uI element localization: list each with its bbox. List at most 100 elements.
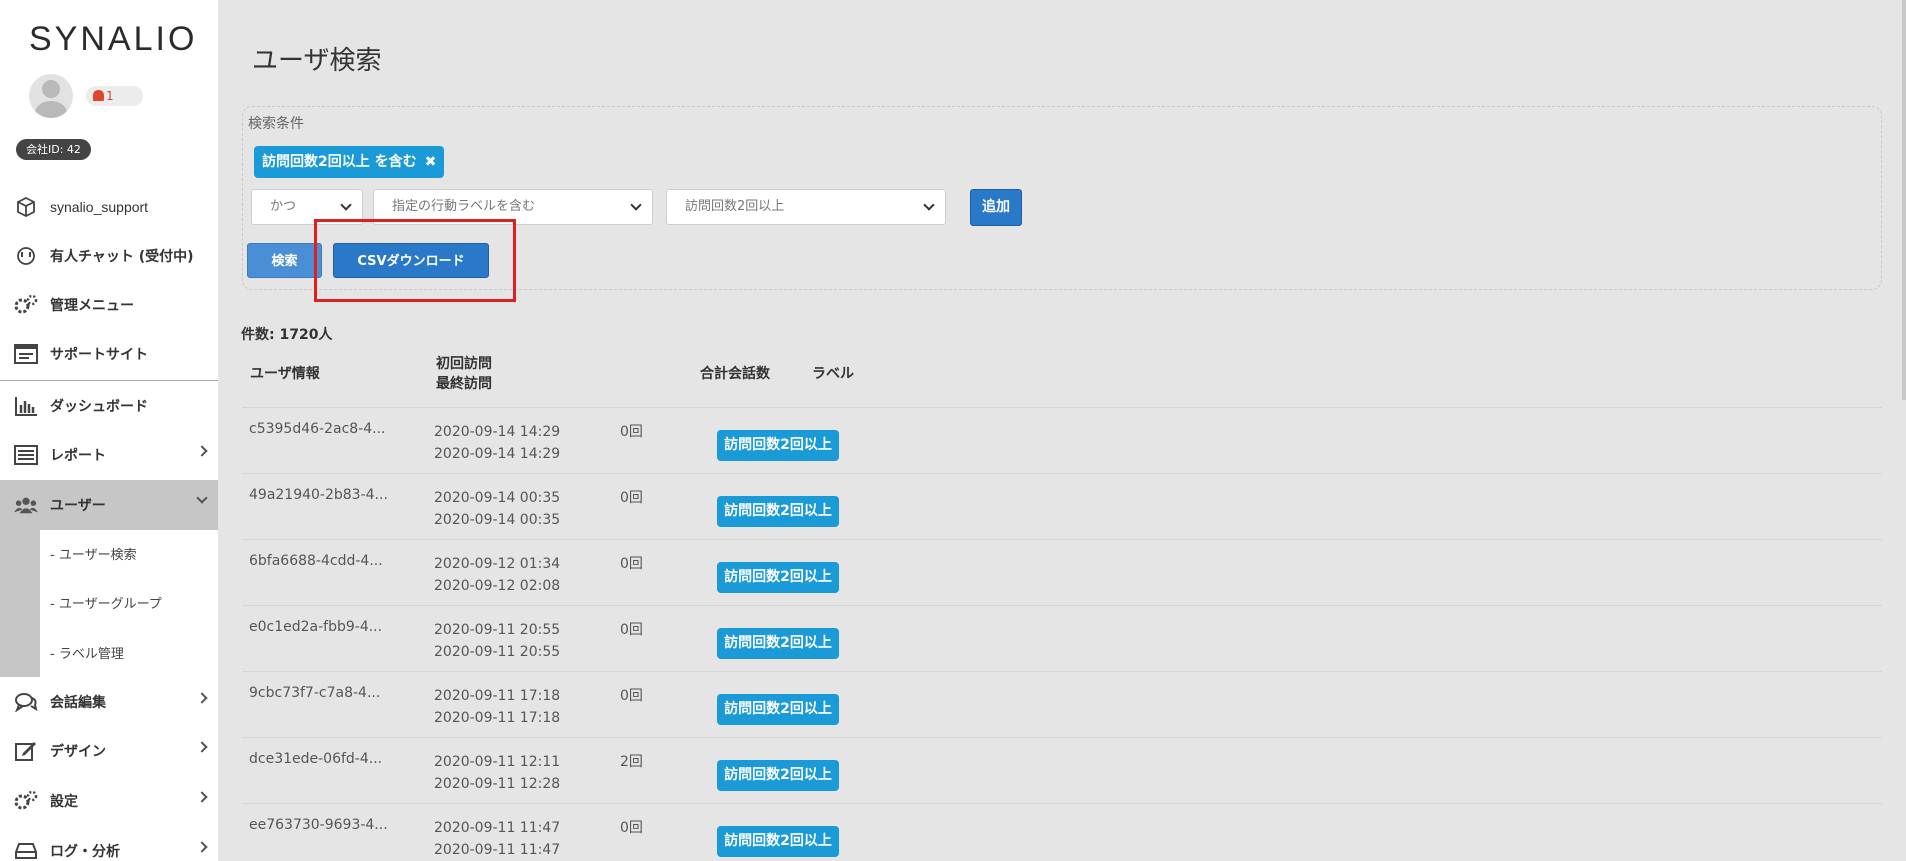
sidebar-item-live-chat[interactable]: 有人チャット (受付中)	[0, 231, 218, 280]
sidebar-item-label: レポート	[50, 447, 106, 464]
sidebar-item-label: ログ・分析	[50, 843, 120, 860]
submenu-item-user-search[interactable]: - ユーザー検索	[50, 544, 137, 563]
condition-value-select-value: 訪問回数2回以上	[685, 199, 785, 214]
talk-count: 0回	[620, 622, 643, 638]
sidebar-item-label: デザイン	[50, 743, 106, 760]
label-badge[interactable]: 訪問回数2回以上	[717, 562, 839, 593]
first-visit: 2020-09-11 11:47	[434, 820, 561, 836]
user-id[interactable]: 6bfa6688-4cdd-4...	[249, 553, 383, 569]
submenu-item-user-group[interactable]: - ユーザーグループ	[50, 593, 162, 612]
last-visit: 2020-09-14 00:35	[434, 512, 561, 528]
label-badge[interactable]: 訪問回数2回以上	[717, 496, 839, 527]
sidebar-item-users[interactable]: ユーザー	[0, 480, 218, 530]
visit-dates: 2020-09-14 14:29 2020-09-14 14:29	[434, 421, 560, 465]
column-header-last-visit: 最終訪問	[436, 376, 492, 392]
table-row[interactable]: ee763730-9693-4... 2020-09-11 11:47 2020-…	[242, 804, 1882, 861]
label-badge[interactable]: 訪問回数2回以上	[717, 628, 839, 659]
table-row[interactable]: 9cbc73f7-c7a8-4... 2020-09-11 17:18 2020-…	[242, 672, 1882, 738]
sidebar-item-log-analysis[interactable]: ログ・分析	[0, 826, 218, 861]
first-visit: 2020-09-11 20:55	[434, 622, 561, 638]
first-visit: 2020-09-12 01:34	[434, 556, 561, 572]
notification-badge[interactable]: 1	[86, 86, 143, 106]
table-row[interactable]: e0c1ed2a-fbb9-4... 2020-09-11 20:55 2020-…	[242, 606, 1882, 672]
users-icon	[14, 494, 38, 516]
chevron-down-icon	[340, 199, 352, 211]
bar-chart-icon	[14, 395, 38, 417]
sidebar-item-label: 管理メニュー	[50, 297, 134, 314]
visit-dates: 2020-09-11 11:47 2020-09-11 11:47	[434, 817, 560, 861]
user-id[interactable]: 9cbc73f7-c7a8-4...	[249, 685, 380, 701]
sidebar-item-label: ユーザー	[50, 498, 106, 514]
page-scrollbar[interactable]	[1902, 0, 1906, 400]
search-conditions-legend: 検索条件	[248, 116, 304, 132]
last-visit: 2020-09-14 14:29	[434, 446, 561, 462]
chevron-right-icon	[196, 841, 208, 853]
submenu-item-label-management[interactable]: - ラベル管理	[50, 643, 124, 662]
label-badge[interactable]: 訪問回数2回以上	[717, 694, 839, 725]
cube-icon	[14, 196, 38, 218]
hard-drive-icon	[14, 840, 38, 861]
first-visit: 2020-09-11 17:18	[434, 688, 561, 704]
add-condition-button[interactable]: 追加	[970, 189, 1022, 226]
browser-window-icon	[14, 343, 38, 365]
chevron-down-icon	[196, 492, 208, 504]
company-id-badge: 会社ID: 42	[16, 139, 91, 160]
sidebar: SYNALIO 1 会社ID: 42 synalio_support 有人チャッ…	[0, 0, 218, 861]
list-icon	[14, 444, 38, 466]
sidebar-item-design[interactable]: デザイン	[0, 726, 218, 775]
talk-count: 0回	[620, 688, 643, 704]
table-row[interactable]: 49a21940-2b83-4... 2020-09-14 00:35 2020-…	[242, 474, 1882, 540]
sidebar-item-admin-menu[interactable]: 管理メニュー	[0, 280, 218, 329]
chevron-right-icon	[196, 692, 208, 704]
condition-chip-label: 訪問回数2回以上 を含む	[262, 154, 417, 170]
user-id[interactable]: dce31ede-06fd-4...	[249, 751, 382, 767]
first-visit: 2020-09-14 14:29	[434, 424, 561, 440]
label-badge[interactable]: 訪問回数2回以上	[717, 430, 839, 461]
sidebar-item-label: synalio_support	[50, 198, 149, 215]
sidebar-item-support-site[interactable]: サポートサイト	[0, 329, 218, 378]
visit-dates: 2020-09-12 01:34 2020-09-12 02:08	[434, 553, 560, 597]
user-id[interactable]: ee763730-9693-4...	[249, 817, 388, 833]
sidebar-item-settings[interactable]: 設定	[0, 776, 218, 825]
user-id[interactable]: 49a21940-2b83-4...	[249, 487, 388, 503]
close-icon[interactable]: ✖	[425, 154, 437, 170]
search-button[interactable]: 検索	[247, 243, 322, 278]
last-visit: 2020-09-11 12:28	[434, 776, 561, 792]
sidebar-item-report[interactable]: レポート	[0, 430, 218, 479]
result-count: 件数: 1720人	[241, 327, 333, 343]
headset-icon	[14, 245, 38, 267]
logic-select-value: かつ	[270, 199, 297, 214]
talk-count: 0回	[620, 820, 643, 836]
last-visit: 2020-09-11 17:18	[434, 710, 561, 726]
visit-dates: 2020-09-11 17:18 2020-09-11 17:18	[434, 685, 560, 729]
main-content: ユーザ検索 検索条件 訪問回数2回以上 を含む ✖ かつ 指定の行動ラベルを含む …	[218, 0, 1906, 861]
talk-count: 0回	[620, 424, 643, 440]
condition-type-select-value: 指定の行動ラベルを含む	[392, 199, 536, 214]
app-logo[interactable]: SYNALIO	[29, 20, 197, 59]
table-row[interactable]: c5395d46-2ac8-4... 2020-09-14 14:29 2020-…	[242, 408, 1882, 474]
column-header-user-info: ユーザ情報	[250, 366, 320, 382]
column-header-label: ラベル	[812, 366, 854, 382]
table-row[interactable]: 6bfa6688-4cdd-4... 2020-09-12 01:34 2020-…	[242, 540, 1882, 606]
sidebar-item-account[interactable]: synalio_support	[0, 182, 218, 231]
sidebar-item-dashboard[interactable]: ダッシュボード	[0, 381, 218, 430]
last-visit: 2020-09-11 11:47	[434, 842, 561, 858]
avatar[interactable]	[29, 74, 73, 118]
chevron-right-icon	[196, 791, 208, 803]
sidebar-item-conversation-edit[interactable]: 会話編集	[0, 677, 218, 726]
talk-count: 2回	[620, 754, 643, 770]
condition-value-select[interactable]: 訪問回数2回以上	[666, 189, 946, 225]
user-id[interactable]: e0c1ed2a-fbb9-4...	[249, 619, 382, 635]
label-badge[interactable]: 訪問回数2回以上	[717, 760, 839, 791]
label-badge[interactable]: 訪問回数2回以上	[717, 826, 839, 857]
bell-icon	[93, 90, 104, 101]
first-visit: 2020-09-14 00:35	[434, 490, 561, 506]
user-id[interactable]: c5395d46-2ac8-4...	[249, 421, 385, 437]
visit-dates: 2020-09-11 12:11 2020-09-11 12:28	[434, 751, 560, 795]
table-row[interactable]: dce31ede-06fd-4... 2020-09-11 12:11 2020-…	[242, 738, 1882, 804]
last-visit: 2020-09-12 02:08	[434, 578, 561, 594]
visit-dates: 2020-09-14 00:35 2020-09-14 00:35	[434, 487, 560, 531]
chevron-right-icon	[196, 741, 208, 753]
condition-chip[interactable]: 訪問回数2回以上 を含む ✖	[254, 146, 445, 178]
column-header-visits: 初回訪問 最終訪問	[436, 354, 492, 394]
